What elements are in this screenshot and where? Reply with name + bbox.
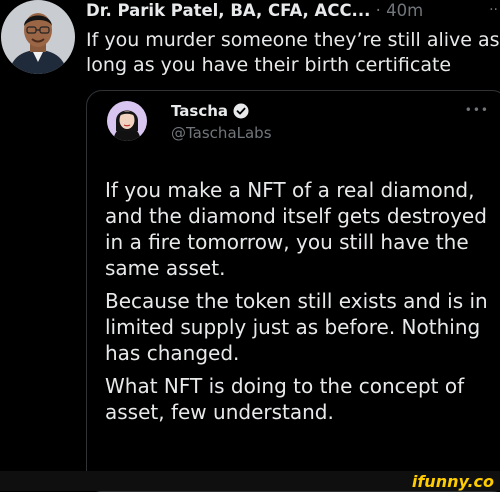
tweet-header: Dr. Parik Patel, BA, CFA, ACC... · 40m bbox=[86, 0, 500, 22]
ifunny-watermark-logo: ifunny.co bbox=[411, 471, 494, 491]
quoted-author-handle[interactable]: @TaschaLabs bbox=[171, 123, 272, 143]
quoted-tweet[interactable]: Tascha @TaschaLabs ••• If you make a NFT… bbox=[86, 90, 500, 492]
quoted-paragraph: What NFT is doing to the concept of asse… bbox=[105, 374, 465, 424]
verified-badge-icon bbox=[233, 103, 249, 119]
quoted-more-options-icon[interactable]: ••• bbox=[465, 103, 489, 117]
more-options-icon[interactable]: ·· bbox=[489, 0, 498, 20]
quoted-paragraph: Because the token still exists and is in… bbox=[105, 289, 488, 365]
author-name[interactable]: Dr. Parik Patel, BA, CFA, ACC... bbox=[86, 1, 370, 20]
quoted-tweet-body: If you make a NFT of a real diamond, and… bbox=[105, 177, 497, 432]
tweet-time[interactable]: 40m bbox=[386, 1, 423, 20]
quoted-paragraph: If you make a NFT of a real diamond, and… bbox=[105, 178, 487, 280]
quoted-author-name[interactable]: Tascha bbox=[171, 101, 228, 121]
quoted-author-name-row[interactable]: Tascha bbox=[171, 101, 249, 121]
author-avatar[interactable] bbox=[1, 0, 75, 74]
quoted-author-avatar[interactable] bbox=[107, 101, 147, 141]
watermark-bar: ifunny.co bbox=[0, 471, 500, 491]
tweet-text: If you murder someone they’re still aliv… bbox=[86, 29, 500, 76]
separator-dot: · bbox=[375, 1, 381, 20]
